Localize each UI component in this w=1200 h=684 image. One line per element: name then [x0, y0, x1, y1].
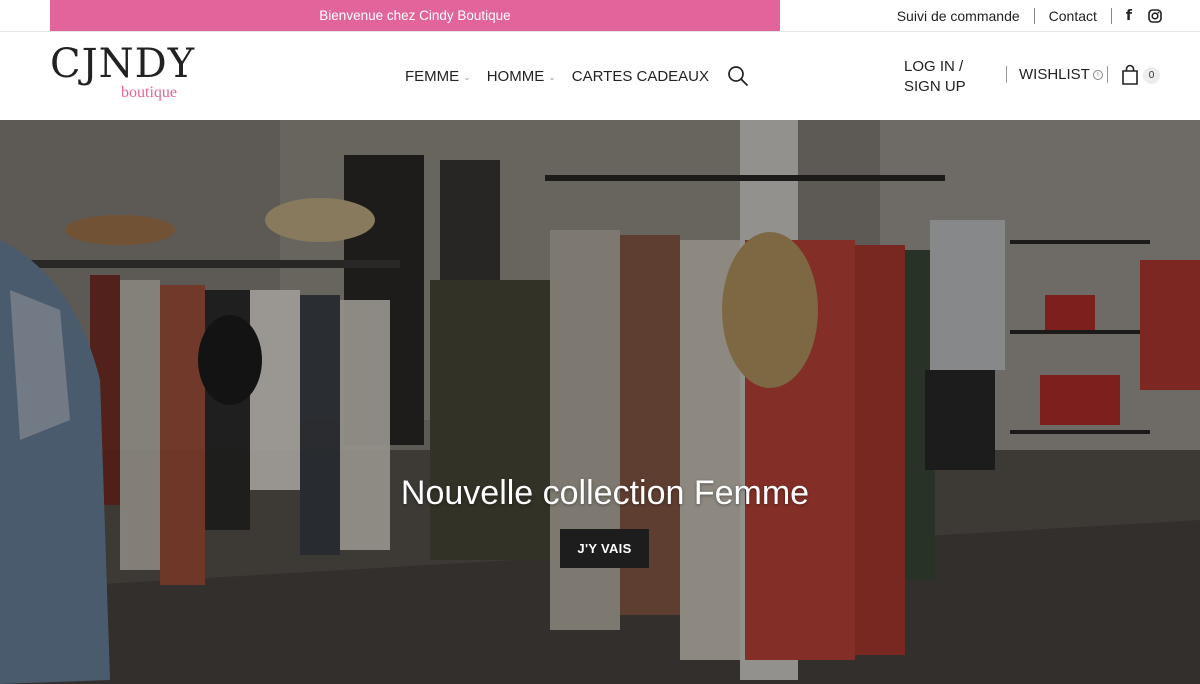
hero-title: Nouvelle collection Femme	[400, 474, 810, 512]
info-icon: i	[1092, 69, 1103, 80]
divider	[1107, 66, 1108, 83]
nav-item-cartes-cadeaux[interactable]: CARTES CADEAUX	[572, 68, 709, 85]
order-tracking-link[interactable]: Suivi de commande	[897, 8, 1020, 24]
social-links: f	[1126, 8, 1162, 24]
nav-label: FEMME	[405, 67, 460, 85]
divider	[1033, 7, 1035, 24]
hero-cta-button[interactable]: J'Y VAIS	[560, 529, 649, 568]
nav-item-femme[interactable]: FEMME ⌄	[405, 68, 471, 85]
nav-label: CARTES CADEAUX	[571, 67, 710, 85]
divider	[1110, 7, 1112, 24]
cart-count-badge: 0	[1143, 66, 1160, 84]
nav-item-homme[interactable]: HOMME ⌄	[487, 68, 556, 85]
logo-subtitle: boutique	[121, 84, 177, 101]
promo-banner: Bienvenue chez Cindy Boutique	[50, 0, 780, 31]
site-header: CJNDY boutique FEMME ⌄ HOMME ⌄ CARTES CA…	[0, 32, 1200, 120]
chevron-down-icon: ⌄	[548, 71, 556, 82]
divider	[1006, 66, 1007, 83]
nav-label: HOMME	[486, 67, 545, 85]
wishlist-link[interactable]: WISHLIST i	[1019, 66, 1103, 83]
login-signup-link[interactable]: LOG IN / SIGN UP	[904, 57, 1004, 97]
wishlist-label: WISHLIST	[1019, 66, 1090, 83]
facebook-icon[interactable]: f	[1126, 8, 1132, 24]
top-links: Suivi de commande Contact f	[897, 0, 1162, 31]
hero-background-image	[0, 120, 1200, 684]
logo-wordmark: CJNDY	[50, 41, 196, 87]
top-bar: Bienvenue chez Cindy Boutique Suivi de c…	[0, 0, 1200, 32]
promo-text: Bienvenue chez Cindy Boutique	[319, 8, 511, 23]
cart-button[interactable]: 0	[1121, 64, 1160, 86]
hero-banner: Nouvelle collection Femme J'Y VAIS	[0, 120, 1200, 684]
contact-link[interactable]: Contact	[1049, 8, 1097, 24]
logo[interactable]: CJNDY boutique	[50, 42, 200, 104]
instagram-icon[interactable]	[1148, 8, 1162, 23]
search-icon[interactable]	[727, 65, 749, 87]
main-nav: FEMME ⌄ HOMME ⌄ CARTES CADEAUX	[405, 32, 749, 120]
shopping-bag-icon	[1122, 64, 1138, 85]
chevron-down-icon: ⌄	[463, 71, 471, 82]
